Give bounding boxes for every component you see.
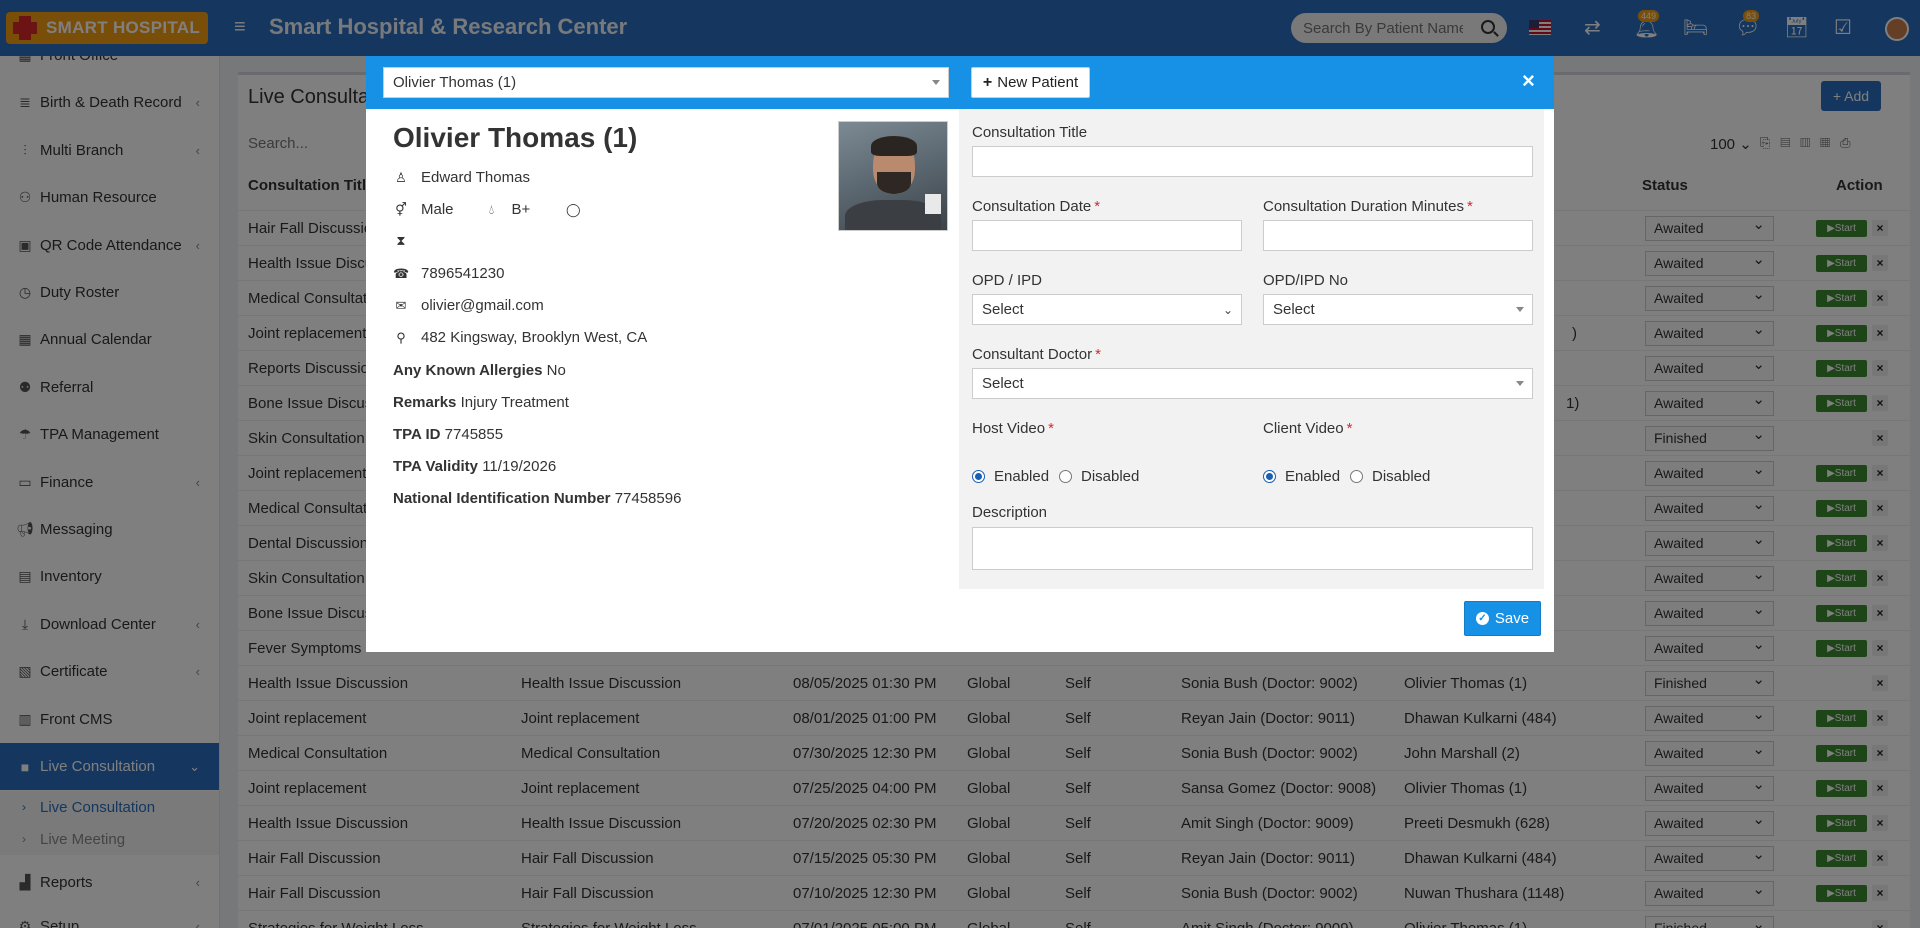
guardian-row: ♙ Edward Thomas [393,169,530,186]
client-video-enabled-radio[interactable]: Enabled [1263,468,1340,485]
add-consultation-modal: Olivier Thomas (1) + New Patient × Olivi… [366,56,1554,652]
remarks-value: Injury Treatment [460,394,569,411]
phone-icon: ☎ [393,265,410,281]
patient-blood-group: B+ [511,201,531,218]
nin-value: 77458596 [614,490,682,507]
patient-phone: 7896541230 [421,265,505,282]
remarks-label: Remarks [393,394,457,411]
opd-ipd-value: Select [982,301,1024,318]
nin-label: National Identification Number [393,490,611,507]
patient-select[interactable]: Olivier Thomas (1) [383,67,949,98]
patient-email: olivier@gmail.com [421,297,544,314]
nin-row: National Identification Number 77458596 [393,490,681,507]
host-video-disabled-radio[interactable]: Disabled [1059,468,1139,485]
guardian-icon: ♙ [395,169,407,185]
patient-name: Olivier Thomas (1) [393,122,638,153]
location-icon: ⚲ [396,329,406,345]
host-disabled-label: Disabled [1081,468,1140,485]
dropdown-arrow-icon [1516,381,1524,386]
radio-selected-icon[interactable] [1263,470,1276,483]
patient-photo [838,121,948,231]
patient-gender: Male [421,201,454,218]
ring-icon: ◯ [566,201,581,217]
description-textarea[interactable] [972,527,1533,570]
client-video-disabled-radio[interactable]: Disabled [1350,468,1430,485]
consultation-form: Consultation Title Consultation Date * Co… [959,109,1544,589]
save-label: Save [1494,610,1530,627]
radio-unselected-icon[interactable] [1350,470,1363,483]
email-row: ✉ olivier@gmail.com [393,297,544,314]
age-row: ⧗ [393,233,421,249]
client-enabled-label: Enabled [1285,468,1341,485]
consultant-doctor-select[interactable]: Select [972,368,1533,399]
save-button[interactable]: ✓ Save [1464,601,1541,636]
opd-ipd-no-value: Select [1273,301,1315,318]
allergies-row: Any Known Allergies No [393,362,566,379]
opd-ipd-label: OPD / IPD [972,272,1043,289]
tpa-id-row: TPA ID 7745855 [393,426,503,443]
dropdown-arrow-icon [1516,307,1524,312]
radio-unselected-icon[interactable] [1059,470,1072,483]
host-enabled-label: Enabled [994,468,1050,485]
tpa-validity-row: TPA Validity 11/19/2026 [393,458,556,475]
allergies-value: No [546,362,566,379]
tpa-validity-value: 11/19/2026 [482,458,557,475]
duration-input[interactable] [1263,220,1533,251]
client-disabled-label: Disabled [1372,468,1431,485]
envelope-icon: ✉ [395,297,407,313]
client-video-label: Client Video * [1263,420,1353,437]
consultation-title-input[interactable] [972,146,1533,177]
description-label: Description [972,504,1048,521]
patient-select-value: Olivier Thomas (1) [393,74,517,91]
check-circle-icon: ✓ [1475,612,1489,625]
opd-ipd-select[interactable]: Select ⌄ [972,294,1242,325]
blood-drop-icon: 💧︎ [488,201,495,217]
host-video-label: Host Video * [972,420,1054,437]
hourglass-icon: ⧗ [396,233,406,248]
new-patient-button[interactable]: + New Patient [971,67,1090,98]
tpa-validity-label: TPA Validity [393,458,479,475]
allergies-label: Any Known Allergies [393,362,543,379]
consultation-title-label: Consultation Title [972,124,1088,141]
chevron-down-icon: ⌄ [1222,303,1233,317]
guardian-name: Edward Thomas [421,169,530,186]
plus-icon: + [982,73,993,91]
consultation-date-input[interactable] [972,220,1242,251]
consultant-doctor-value: Select [982,375,1024,392]
opd-ipd-no-label: OPD/IPD No [1263,272,1349,289]
phone-row: ☎ 7896541230 [393,265,504,282]
new-patient-label: New Patient [997,74,1079,91]
dropdown-arrow-icon [932,80,940,85]
close-icon[interactable]: × [1522,70,1535,92]
consultant-doctor-label: Consultant Doctor * [972,346,1101,363]
modal-header: Olivier Thomas (1) + New Patient × [366,56,1554,109]
tpa-id-value: 7745855 [444,426,504,443]
gender-blood-row: ⚥ Male 💧︎ B+ ◯ [393,201,593,218]
gender-icon: ⚥ [395,201,407,217]
tpa-id-label: TPA ID [393,426,441,443]
duration-label: Consultation Duration Minutes * [1263,198,1473,215]
opd-ipd-no-select[interactable]: Select [1263,294,1533,325]
remarks-row: Remarks Injury Treatment [393,394,569,411]
radio-selected-icon[interactable] [972,470,985,483]
host-video-enabled-radio[interactable]: Enabled [972,468,1049,485]
address-row: ⚲ 482 Kingsway, Brooklyn West, CA [393,329,647,346]
consultation-date-label: Consultation Date * [972,198,1101,215]
patient-address: 482 Kingsway, Brooklyn West, CA [421,329,648,346]
